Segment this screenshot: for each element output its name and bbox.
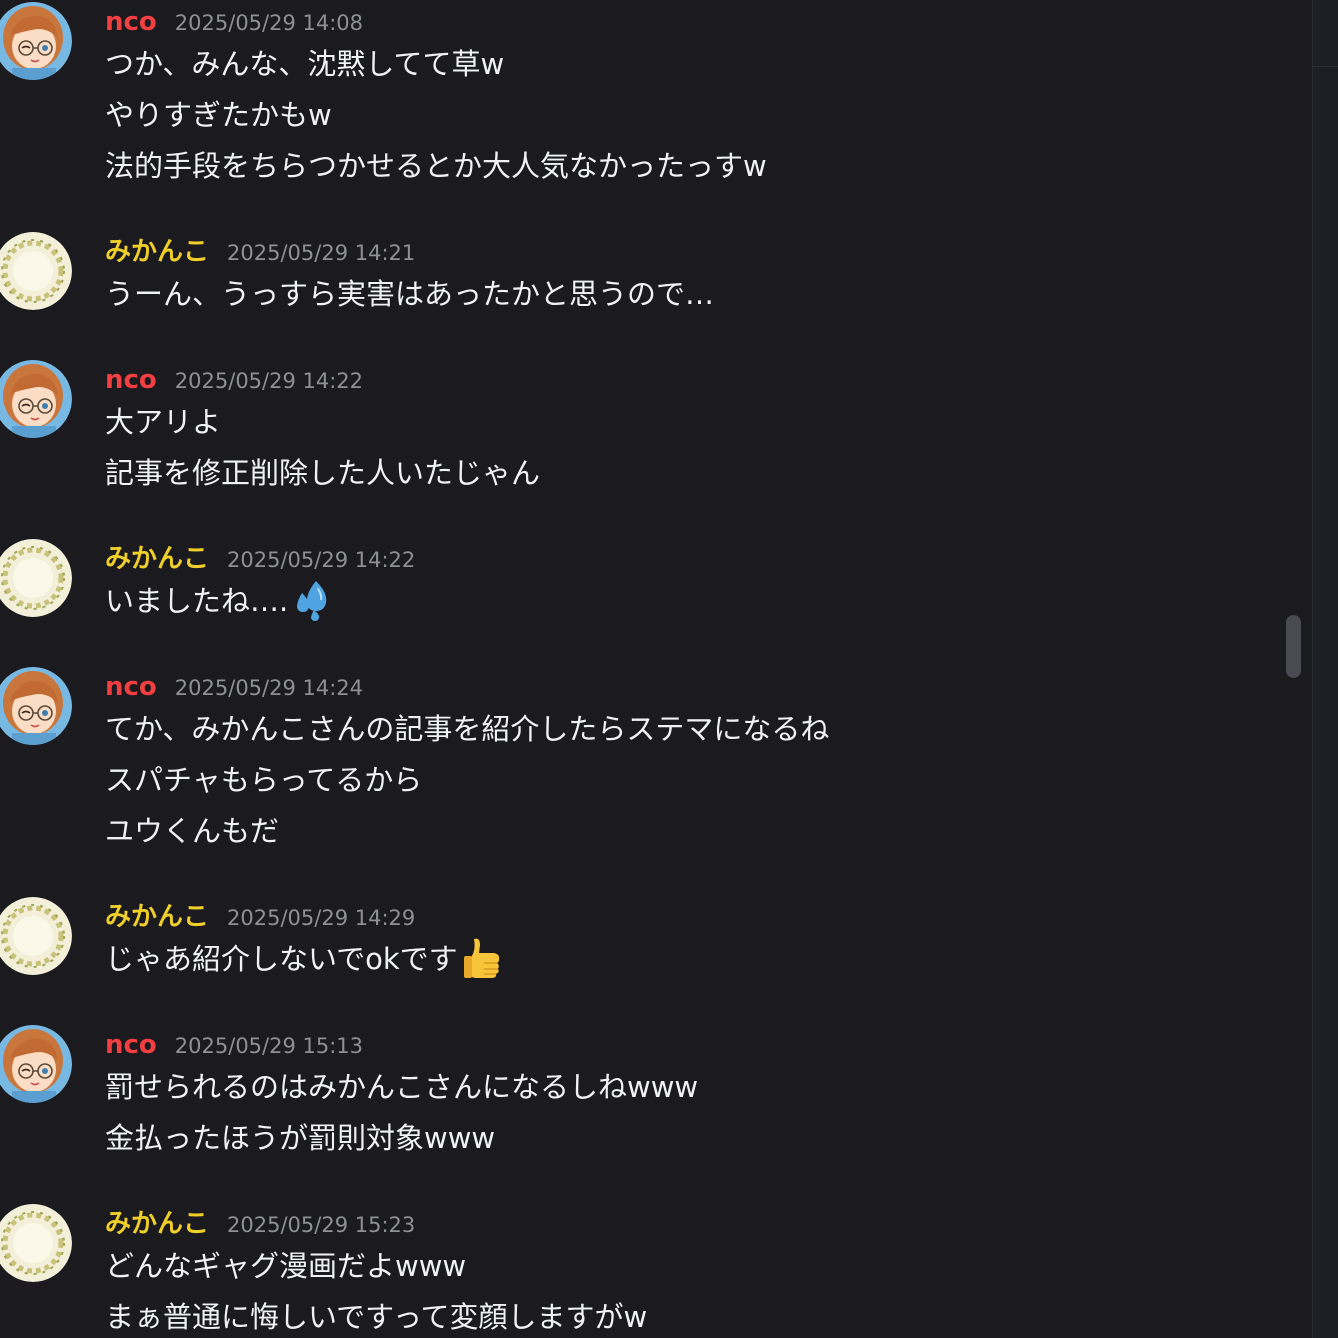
avatar[interactable] — [0, 360, 72, 438]
thumbs-up-icon — [460, 935, 504, 979]
avatar[interactable] — [0, 232, 72, 310]
message-header: みかんこ 2025/05/29 14:22 — [105, 539, 415, 579]
message-line: 法的手段をちらつかせるとか大人気なかったっすw — [105, 149, 767, 183]
message-line: うーん、うっすら実害はあったかと思うので… — [105, 277, 715, 311]
message-header: nco 2025/05/29 14:24 — [105, 667, 363, 707]
avatar[interactable] — [0, 2, 72, 80]
message-header: みかんこ 2025/05/29 14:21 — [105, 232, 415, 272]
message-header: みかんこ 2025/05/29 15:23 — [105, 1204, 415, 1244]
message-line: じゃあ紹介しないでokです — [105, 938, 504, 990]
message-text: じゃあ紹介しないでokです — [105, 942, 458, 976]
message-content: 罰せられるのはみかんこさんになるしねwww 金払ったほうが罰則対象www — [105, 1067, 698, 1169]
message-line: まぁ普通に悔しいですって変顔しますがw — [105, 1300, 648, 1334]
message-line: てか、みかんこさんの記事を紹介したらステマになるね — [105, 712, 830, 746]
author-name[interactable]: みかんこ — [105, 539, 209, 579]
message-content: じゃあ紹介しないでokです — [105, 938, 504, 990]
avatar[interactable] — [0, 539, 72, 617]
message-content: つか、みんな、沈黙してて草w やりすぎたかもw 法的手段をちらつかせるとか大人気… — [105, 44, 767, 197]
avatar[interactable] — [0, 1025, 72, 1103]
message-content: うーん、うっすら実害はあったかと思うので… — [105, 274, 714, 325]
message-line: いましたね…. — [105, 581, 334, 632]
message-header: nco 2025/05/29 14:22 — [105, 360, 363, 400]
author-name[interactable]: nco — [105, 360, 157, 400]
timestamp: 2025/05/29 14:24 — [174, 676, 364, 700]
message-line: 罰せられるのはみかんこさんになるしねwww — [105, 1070, 699, 1104]
message-header: nco 2025/05/29 14:08 — [105, 2, 363, 42]
timestamp: 2025/05/29 14:29 — [227, 906, 416, 930]
right-side-panel — [1312, 0, 1338, 1338]
avatar[interactable] — [0, 1204, 72, 1282]
message-line: どんなギャグ漫画だよwww — [105, 1249, 467, 1283]
author-name[interactable]: みかんこ — [105, 232, 209, 272]
author-name[interactable]: nco — [105, 667, 157, 707]
message-content: てか、みかんこさんの記事を紹介したらステマになるね スパチャもらってるから ユウ… — [105, 709, 829, 862]
sweat-droplets-icon — [290, 577, 334, 621]
message-text: いましたね…. — [105, 584, 289, 618]
panel-divider — [1313, 66, 1338, 67]
chat-message-list[interactable]: nco 2025/05/29 14:08 つか、みんな、沈黙してて草w やりすぎ… — [0, 0, 1312, 1338]
message-line: やりすぎたかもw — [105, 98, 332, 132]
message-line: 金払ったほうが罰則対象www — [105, 1121, 496, 1155]
author-name[interactable]: みかんこ — [105, 897, 209, 937]
message-line: スパチャもらってるから — [105, 763, 423, 797]
timestamp: 2025/05/29 14:21 — [227, 241, 416, 265]
message-line: ユウくんもだ — [105, 814, 280, 848]
timestamp: 2025/05/29 15:13 — [174, 1034, 364, 1058]
timestamp: 2025/05/29 14:22 — [227, 548, 416, 572]
message-content: いましたね…. — [105, 581, 334, 632]
message-content: 大アリよ 記事を修正削除した人いたじゃん — [105, 402, 540, 504]
author-name[interactable]: みかんこ — [105, 1204, 209, 1244]
timestamp: 2025/05/29 14:08 — [174, 11, 364, 35]
message-header: みかんこ 2025/05/29 14:29 — [105, 897, 415, 937]
message-line: 大アリよ — [105, 405, 222, 439]
avatar[interactable] — [0, 667, 72, 745]
author-name[interactable]: nco — [105, 2, 157, 42]
message-line: 記事を修正削除した人いたじゃん — [105, 456, 541, 490]
timestamp: 2025/05/29 15:23 — [227, 1213, 416, 1237]
author-name[interactable]: nco — [105, 1025, 157, 1065]
avatar[interactable] — [0, 897, 72, 975]
message-header: nco 2025/05/29 15:13 — [105, 1025, 363, 1065]
message-content: どんなギャグ漫画だよwww まぁ普通に悔しいですって変顔しますがw — [105, 1246, 647, 1338]
scrollbar-thumb[interactable] — [1286, 615, 1301, 678]
timestamp: 2025/05/29 14:22 — [174, 369, 364, 393]
message-line: つか、みんな、沈黙してて草w — [105, 47, 505, 81]
